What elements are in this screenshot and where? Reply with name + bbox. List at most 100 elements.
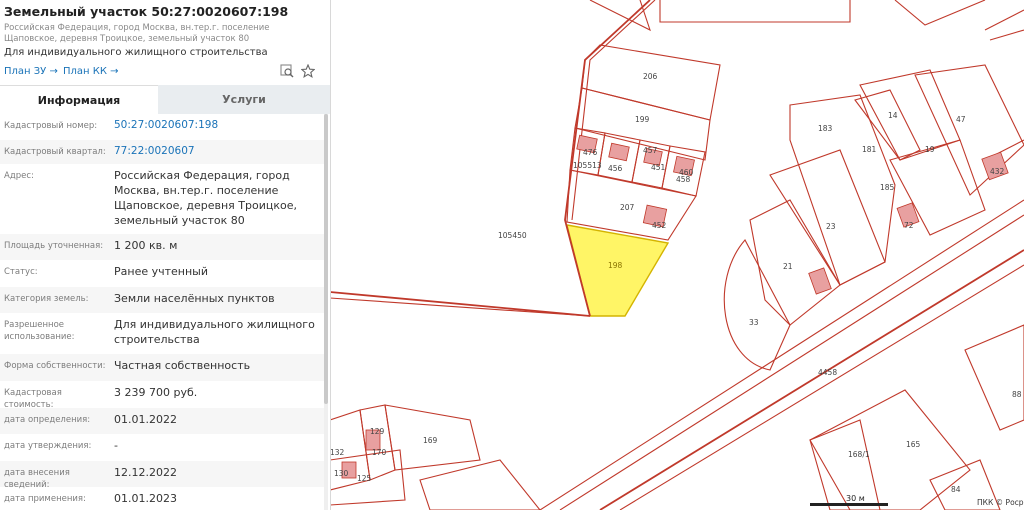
parcel-label: 451	[651, 163, 666, 172]
parcel-label: 457	[643, 146, 658, 155]
info-value: 12.12.2022	[114, 466, 177, 479]
parcel-label: 33	[749, 318, 759, 327]
info-value: 1 200 кв. м	[114, 239, 178, 252]
parcel-label: 130	[334, 469, 349, 478]
info-label: Форма собственности:	[4, 361, 106, 371]
parcel-label: 47	[956, 115, 966, 124]
parcel-label: 84	[951, 485, 961, 494]
panel-scrollbar[interactable]	[324, 114, 328, 510]
parcel-47[interactable]	[914, 64, 1024, 196]
cadastral-quarter-link[interactable]: 77:22:0020607	[114, 144, 319, 159]
parcel-label: 476	[583, 148, 598, 157]
parcel-label: 4458	[818, 368, 837, 377]
parcel-label: 185	[880, 183, 895, 192]
parcel-label: 181	[862, 145, 877, 154]
parcel-label-highlighted: 198	[608, 261, 623, 270]
parcel-88[interactable]	[964, 324, 1024, 431]
parcel-label: 460	[679, 168, 694, 177]
info-value: 01.01.2023	[114, 492, 177, 505]
parcel-label: 169	[423, 436, 438, 445]
parcel-label: 432	[990, 167, 1005, 176]
parcel-206[interactable]	[581, 44, 721, 121]
info-row-application-date: дата применения: 01.01.2023	[0, 487, 324, 510]
info-row-land-category: Категория земель: Земли населённых пункт…	[0, 287, 324, 313]
parcel-label: 199	[635, 115, 650, 124]
parcel-label: 125	[357, 474, 372, 483]
map-copyright: ПКК © Росреестр	[977, 498, 1024, 507]
info-label: дата утверждения:	[4, 441, 92, 451]
info-row-approval-date: дата утверждения: -	[0, 434, 324, 461]
info-value: Для индивидуального жилищного строительс…	[114, 318, 315, 346]
info-value: Частная собственность	[114, 359, 251, 372]
road-boundary	[330, 297, 591, 317]
parcel-label: 165	[906, 440, 921, 449]
cadastral-map[interactable]: 206 199 476 456 457 451 458 460 105513 2…	[330, 0, 1024, 510]
info-row-entry-date: дата внесения сведений: 12.12.2022	[0, 461, 324, 490]
panel-address-subtitle: Российская Федерация, город Москва, вн.т…	[4, 23, 270, 44]
info-value: Российская Федерация, город Москва, вн.т…	[114, 169, 297, 227]
tab-information[interactable]: Информация	[0, 85, 158, 115]
parcel-168-1[interactable]	[809, 419, 881, 510]
info-label: Адрес:	[4, 171, 34, 181]
zoom-to-parcel-icon[interactable]	[280, 64, 294, 78]
parcel-label: 105513	[573, 161, 602, 170]
road-boundary	[330, 291, 591, 317]
info-row-determination-date: дата определения: 01.01.2022	[0, 408, 324, 434]
parcel-label: 88	[1012, 390, 1022, 399]
info-row-status: Статус: Ранее учтенный	[0, 260, 324, 287]
favorite-star-icon[interactable]	[301, 64, 315, 78]
panel-scrollbar-thumb[interactable]	[324, 114, 328, 404]
parcel-label: 105450	[498, 231, 527, 240]
parcel-label: 21	[783, 262, 793, 271]
plan-kk-link[interactable]: План КК →	[63, 66, 119, 77]
tab-bar: Информация Услуги	[0, 85, 330, 115]
info-label: Площадь уточненная:	[4, 241, 104, 251]
info-label: Разрешенное использование:	[4, 320, 75, 342]
parcel-label: 132	[330, 448, 345, 457]
info-panel: Земельный участок 50:27:0020607:198 Росс…	[0, 0, 331, 510]
info-value: Ранее учтенный	[114, 265, 208, 278]
road-boundary	[619, 264, 1024, 510]
info-value: 3 239 700 руб.	[114, 386, 198, 399]
info-label: Кадастровый номер:	[4, 121, 98, 131]
info-row-cadastral-number: Кадастровый номер: 50:27:0020607:198	[0, 114, 324, 140]
road-boundary	[599, 249, 1024, 510]
parcel-label: 14	[888, 111, 898, 120]
parcel-boundary	[589, 0, 651, 32]
parcel-label: 170	[372, 448, 387, 457]
parcel-boundary	[894, 0, 986, 26]
map-scale-label: 30 м	[846, 494, 865, 503]
parcel-label: 19	[925, 145, 935, 154]
info-row-cadastral-value: Кадастровая стоимость: 3 239 700 руб.	[0, 381, 324, 410]
parcel-21[interactable]	[749, 199, 841, 326]
cadastral-number-link[interactable]: 50:27:0020607:198	[114, 118, 319, 133]
parcel-label: 183	[818, 124, 833, 133]
parcel-label: 168/1	[848, 450, 870, 459]
info-row-permitted-use: Разрешенное использование: Для индивидуа…	[0, 313, 324, 354]
parcel-label: 72	[904, 221, 914, 230]
parcel-label: 23	[826, 222, 836, 231]
map-scale-bar	[810, 503, 888, 506]
parcel-169b[interactable]	[419, 459, 541, 510]
parcel-label: 456	[608, 164, 623, 173]
info-label: Категория земель:	[4, 294, 89, 304]
info-label: дата применения:	[4, 494, 86, 504]
tab-services[interactable]: Услуги	[158, 85, 330, 114]
panel-permitted-use: Для индивидуального жилищного строительс…	[4, 47, 268, 58]
parcel-198-highlighted[interactable]	[566, 224, 670, 317]
building	[608, 142, 630, 162]
info-row-address: Адрес: Российская Федерация, город Москв…	[0, 164, 324, 234]
info-label: Кадастровый квартал:	[4, 147, 106, 157]
parcel-165[interactable]	[809, 389, 971, 510]
parcel-boundary	[989, 29, 1024, 41]
panel-title: Земельный участок 50:27:0020607:198	[4, 4, 289, 19]
info-value: Земли населённых пунктов	[114, 292, 275, 305]
parcel-label: 206	[643, 72, 658, 81]
info-label: Статус:	[4, 267, 38, 277]
parcel-boundary	[659, 0, 851, 23]
parcel-label: 452	[652, 221, 667, 230]
info-row-cadastral-quarter: Кадастровый квартал: 77:22:0020607	[0, 140, 324, 164]
parcel-boundary	[984, 9, 1024, 31]
info-value: 01.01.2022	[114, 413, 177, 426]
plan-zu-link[interactable]: План ЗУ →	[4, 66, 58, 77]
